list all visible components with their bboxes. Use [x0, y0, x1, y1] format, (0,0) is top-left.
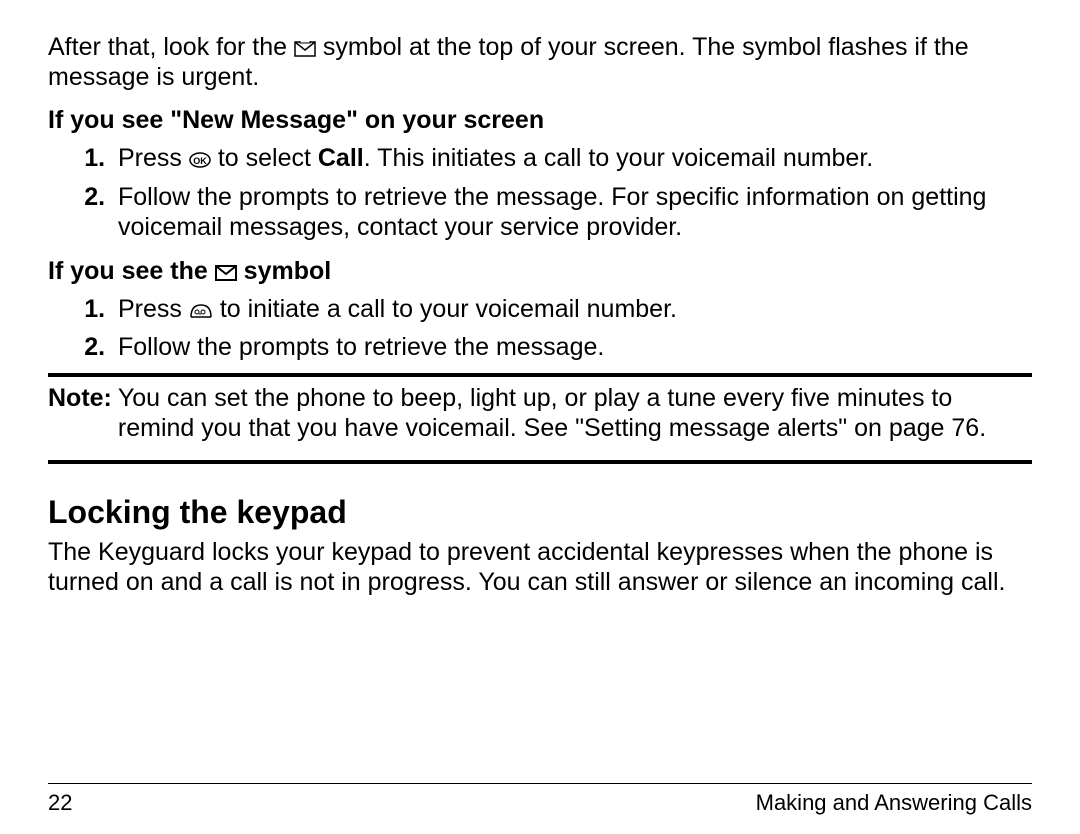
subhead2-after: symbol [244, 257, 332, 285]
section-heading-locking-keypad: Locking the keypad [48, 494, 1032, 531]
envelope-icon [215, 265, 237, 281]
note-rule-bottom [48, 460, 1032, 464]
step2-envelope: Follow the prompts to retrieve the messa… [112, 332, 1032, 363]
step1-envelope: Press to initiate a call to your voicema… [112, 294, 1032, 325]
ok-button-icon: OK [189, 152, 211, 168]
svg-text:OK: OK [193, 156, 207, 166]
envelope-notch-icon [294, 41, 316, 57]
note-label: Note: [48, 383, 112, 445]
note-block: Note: You can set the phone to beep, lig… [48, 381, 1032, 451]
note-body: You can set the phone to beep, light up,… [112, 383, 1032, 445]
running-title: Making and Answering Calls [756, 790, 1032, 816]
call-label: Call [318, 144, 364, 172]
voicemail-key-icon [189, 303, 213, 319]
note-rule-top [48, 373, 1032, 377]
step1-text-after: . This initiates a call to your voicemai… [364, 144, 874, 172]
manual-page: After that, look for the symbol at the t… [0, 0, 1080, 834]
steps-envelope: Press to initiate a call to your voicema… [48, 294, 1032, 363]
step1-env-after: to initiate a call to your voicemail num… [220, 295, 677, 323]
step1-text-before: Press [118, 144, 189, 172]
step1-env-before: Press [118, 295, 189, 323]
page-number: 22 [48, 790, 72, 816]
intro-paragraph: After that, look for the symbol at the t… [48, 32, 1032, 92]
footer-rule [48, 783, 1032, 784]
step1-text-mid: to select [218, 144, 318, 172]
intro-text-before: After that, look for the [48, 33, 294, 61]
subhead-new-message: If you see "New Message" on your screen [48, 106, 1032, 135]
subhead2-before: If you see the [48, 257, 215, 285]
keyguard-paragraph: The Keyguard locks your keypad to preven… [48, 537, 1032, 597]
step2-new-message: Follow the prompts to retrieve the messa… [112, 182, 1032, 243]
step1-new-message: Press OK to select Call. This initiates … [112, 143, 1032, 174]
steps-new-message: Press OK to select Call. This initiates … [48, 143, 1032, 243]
subhead-envelope-symbol: If you see the symbol [48, 257, 1032, 286]
page-footer: 22 Making and Answering Calls [48, 790, 1032, 816]
